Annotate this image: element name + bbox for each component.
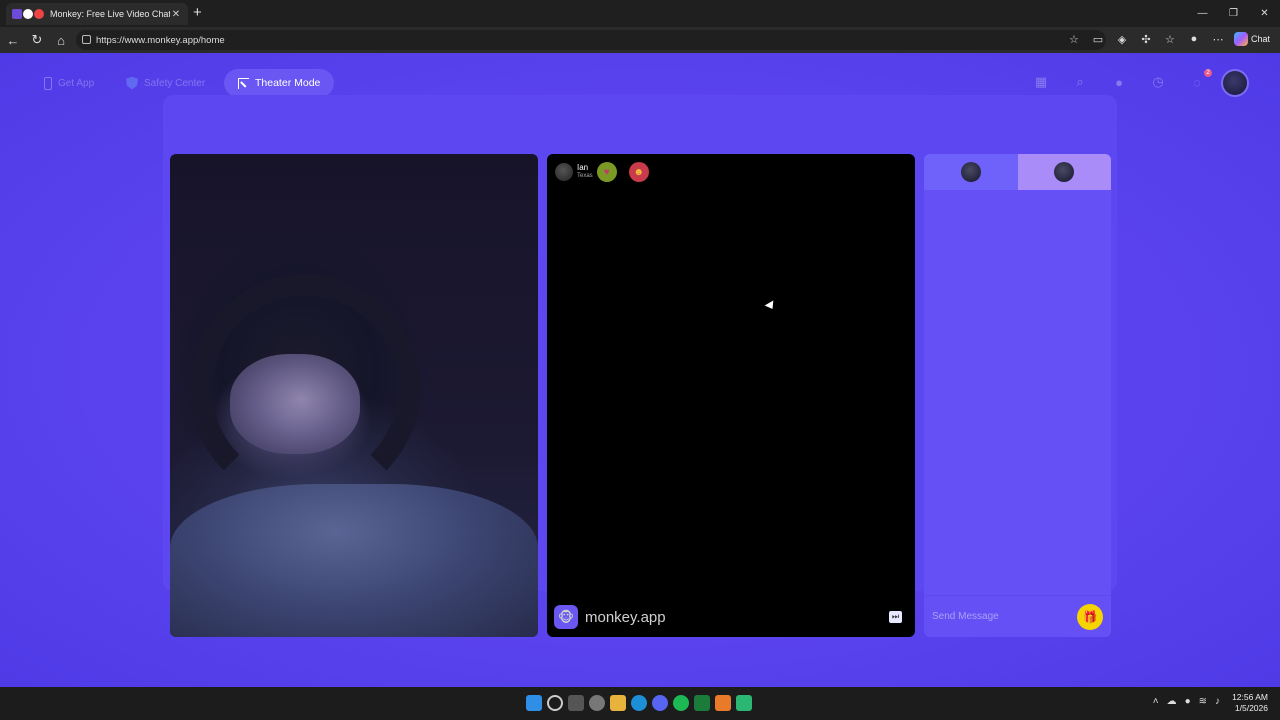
heart-badge-icon[interactable]: ♥: [596, 162, 617, 182]
minimize-button[interactable]: —: [1187, 0, 1218, 27]
peer-info[interactable]: Ian Texas ♥ ☻: [555, 162, 649, 182]
search-icon[interactable]: ⌕: [1071, 73, 1089, 91]
app-icon[interactable]: [715, 695, 731, 711]
gift-button[interactable]: 🎁: [1077, 604, 1103, 630]
history-icon[interactable]: ◷: [1149, 73, 1167, 91]
home-icon[interactable]: ⌂: [52, 31, 70, 49]
cloud-icon[interactable]: ☁: [1167, 696, 1177, 707]
user-avatar[interactable]: [1221, 69, 1249, 97]
theater-mode-label: Theater Mode: [255, 77, 321, 89]
app2-icon[interactable]: [736, 695, 752, 711]
peer-location: Texas: [577, 173, 593, 179]
theater-mode-button[interactable]: Theater Mode: [224, 69, 335, 97]
notification-icon: [23, 9, 33, 19]
safety-center-button[interactable]: Safety Center: [126, 69, 205, 97]
browser-tab-bar: Monkey: Free Live Video Chat ✕ + — ❐ ✕: [0, 0, 1280, 27]
peer-name: Ian: [577, 163, 589, 172]
taskbar: ˄ ☁ ● ≋ ♪ 12:56 AM 1/5/2026: [0, 687, 1280, 720]
volume-icon[interactable]: ♪: [1215, 696, 1220, 707]
clock-time: 12:56 AM: [1232, 692, 1268, 702]
settings-icon[interactable]: [589, 695, 605, 711]
restore-button[interactable]: ❐: [1218, 0, 1249, 27]
spotify-icon[interactable]: [673, 695, 689, 711]
file-explorer-icon[interactable]: [610, 695, 626, 711]
messages-icon[interactable]: ◌ 2: [1188, 69, 1212, 91]
clock-date: 1/5/2026: [1234, 703, 1268, 713]
search-taskbar-icon[interactable]: [547, 695, 563, 711]
back-icon[interactable]: ←: [4, 31, 22, 49]
tab-self[interactable]: [924, 154, 1018, 190]
toolbar-right: ☆ ▭ ◈ ✣ ☆ ● ⋯ Chat: [1066, 31, 1270, 47]
self-avatar: [960, 162, 981, 182]
favorites-icon[interactable]: ☆: [1162, 31, 1178, 47]
copilot-chat-button[interactable]: Chat: [1233, 32, 1270, 46]
chat-panel: Send Message 🎁: [924, 154, 1111, 637]
refresh-icon[interactable]: ↻: [28, 31, 46, 49]
send-message-input[interactable]: Send Message 🎁: [924, 595, 1111, 637]
new-tab-button[interactable]: +: [193, 5, 202, 21]
close-window-button[interactable]: ✕: [1249, 0, 1280, 27]
more-menu-icon[interactable]: ⋯: [1210, 31, 1226, 47]
safety-center-label: Safety Center: [144, 77, 206, 89]
peer-tab-avatar: [1054, 162, 1075, 182]
emoji-badge-icon[interactable]: ☻: [628, 162, 649, 182]
site-info-icon[interactable]: [82, 35, 91, 44]
shield-icon: [126, 76, 138, 90]
record-icon: [34, 9, 44, 19]
message-placeholder: Send Message: [932, 611, 999, 622]
messages-badge: 2: [1204, 69, 1212, 77]
clock[interactable]: 12:56 AM 1/5/2026: [1232, 692, 1268, 714]
system-tray: ˄ ☁ ● ≋ ♪: [1153, 696, 1220, 707]
chat-label: Chat: [1250, 34, 1270, 44]
expand-icon: [238, 77, 249, 89]
task-view-icon[interactable]: [568, 695, 584, 711]
chat-tabs: [924, 154, 1111, 190]
friends-icon[interactable]: ●: [1110, 73, 1128, 91]
browser-tab[interactable]: Monkey: Free Live Video Chat ✕: [6, 3, 188, 25]
shop-icon[interactable]: ▦: [1032, 73, 1050, 91]
local-video: [170, 154, 538, 637]
face-shape: [230, 354, 360, 454]
tab-title: Monkey: Free Live Video Chat: [50, 9, 170, 19]
window-controls: — ❐ ✕: [1187, 0, 1280, 27]
copilot-icon: [1233, 32, 1248, 46]
remote-video: Ian Texas ♥ ☻ 🐵 monkey.app ⏭: [547, 154, 915, 637]
peer-avatar[interactable]: [555, 163, 573, 181]
get-app-button[interactable]: Get App: [44, 69, 94, 97]
shoulder-shape: [170, 484, 538, 637]
watermark-text: monkey.app: [585, 608, 666, 626]
monkey-logo-icon: 🐵: [554, 605, 578, 629]
discord-icon[interactable]: [652, 695, 668, 711]
favorite-star-icon[interactable]: ☆: [1066, 31, 1082, 47]
url-field[interactable]: https://www.monkey.app/home: [76, 30, 1106, 50]
taskbar-apps: [526, 695, 752, 711]
phone-icon: [44, 76, 52, 90]
wifi-icon[interactable]: ≋: [1199, 696, 1207, 707]
address-bar-row: ← ↻ ⌂ https://www.monkey.app/home ☆ ▭ ◈ …: [0, 27, 1280, 53]
peer-text: Ian Texas: [577, 163, 593, 181]
profile-icon[interactable]: ●: [1186, 31, 1202, 47]
mic-icon[interactable]: ●: [1185, 696, 1191, 707]
url-text: https://www.monkey.app/home: [96, 34, 225, 46]
extension-icon[interactable]: ◈: [1114, 31, 1130, 47]
skip-icon[interactable]: ⏭: [889, 611, 902, 623]
reader-icon[interactable]: ▭: [1090, 31, 1106, 47]
tab-favicons: [12, 9, 44, 19]
tab-peer[interactable]: [1017, 154, 1111, 190]
start-icon[interactable]: [526, 695, 542, 711]
monkey-watermark: 🐵 monkey.app: [554, 605, 666, 629]
chevron-up-icon[interactable]: ˄: [1153, 696, 1159, 707]
xbox-icon[interactable]: [694, 695, 710, 711]
twitch-icon: [12, 9, 22, 19]
extensions-puzzle-icon[interactable]: ✣: [1138, 31, 1154, 47]
tab-close-icon[interactable]: ✕: [170, 9, 182, 20]
get-app-label: Get App: [58, 77, 95, 89]
edge-icon[interactable]: [631, 695, 647, 711]
